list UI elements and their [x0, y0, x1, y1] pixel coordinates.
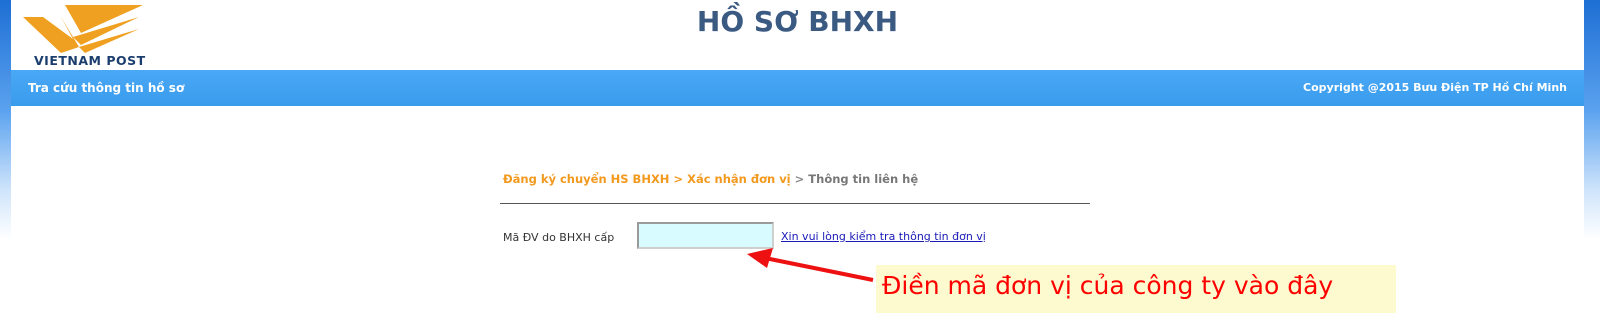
breadcrumb-separator: >	[790, 172, 809, 186]
header: VIETNAM POST HỒ SƠ BHXH	[11, 0, 1584, 70]
check-unit-info-link[interactable]: Xin vui lòng kiểm tra thông tin đơn vị	[781, 230, 986, 243]
navbar: Tra cứu thông tin hồ sơ Copyright @2015 …	[11, 70, 1584, 106]
unit-code-input[interactable]	[637, 222, 774, 249]
divider	[500, 203, 1090, 204]
main-content: Đăng ký chuyển HS BHXH > Xác nhận đơn vị…	[11, 106, 1584, 316]
annotation-callout: Điền mã đơn vị của công ty vào đây	[876, 265, 1396, 313]
unit-code-label: Mã ĐV do BHXH cấp	[503, 231, 615, 244]
breadcrumb-separator: >	[669, 172, 688, 186]
breadcrumb: Đăng ký chuyển HS BHXH > Xác nhận đơn vị…	[503, 172, 918, 186]
red-arrow-icon	[747, 248, 874, 282]
nav-link-lookup[interactable]: Tra cứu thông tin hồ sơ	[28, 81, 184, 95]
breadcrumb-step-contact-info: Thông tin liên hệ	[808, 172, 919, 186]
copyright-text: Copyright @2015 Bưu Điện TP Hồ Chí Minh	[1303, 81, 1567, 94]
page-title: HỒ SƠ BHXH	[696, 5, 899, 38]
page: VIETNAM POST HỒ SƠ BHXH Tra cứu thông ti…	[11, 0, 1584, 316]
logo-text: VIETNAM POST	[34, 53, 146, 68]
annotation-text: Điền mã đơn vị của công ty vào đây	[882, 271, 1334, 300]
breadcrumb-step-register: Đăng ký chuyển HS BHXH	[503, 172, 670, 186]
breadcrumb-step-confirm-unit: Xác nhận đơn vị	[687, 172, 791, 186]
